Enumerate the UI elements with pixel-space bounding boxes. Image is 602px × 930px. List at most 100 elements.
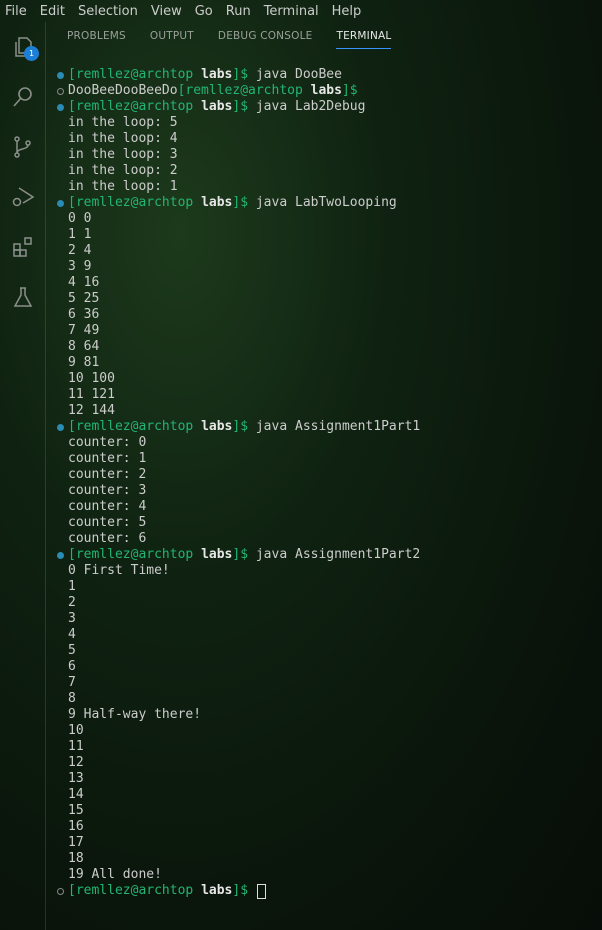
source-control-button[interactable] xyxy=(0,122,46,172)
prompt-dir: labs xyxy=(201,419,233,434)
prompt-dir: labs xyxy=(201,99,233,114)
output-text: in the loop: 5 xyxy=(68,115,178,130)
output-text: 12 xyxy=(68,755,84,770)
output-text: in the loop: 1 xyxy=(68,179,178,194)
output-text: 4 xyxy=(68,627,76,642)
command-decoration[interactable] xyxy=(52,103,68,111)
explorer-button[interactable]: 1 xyxy=(0,22,46,72)
tab-terminal[interactable]: TERMINAL xyxy=(336,30,392,49)
menu-file[interactable]: File xyxy=(5,4,27,19)
menu-go[interactable]: Go xyxy=(195,4,213,19)
command-success-dot-icon xyxy=(56,71,64,79)
testing-button[interactable] xyxy=(0,272,46,322)
output-text: 5 xyxy=(68,643,76,658)
terminal-line: in the loop: 4 xyxy=(52,131,602,147)
prompt-end: ]$ xyxy=(232,195,249,210)
command-decoration[interactable] xyxy=(52,199,68,207)
terminal-line: 16 xyxy=(52,819,602,835)
prompt-user: [remllez@archtop xyxy=(68,419,202,434)
terminal-line: 0 First Time! xyxy=(52,563,602,579)
output-text: 11 121 xyxy=(68,387,115,402)
output-text: 3 9 xyxy=(68,259,92,274)
output-text: counter: 2 xyxy=(68,467,147,482)
terminal-cursor[interactable] xyxy=(256,883,266,899)
terminal-line: 2 4 xyxy=(52,243,602,259)
prompt-dir: labs xyxy=(201,195,233,210)
terminal-line: 4 16 xyxy=(52,275,602,291)
prompt-end: ]$ xyxy=(232,67,249,82)
terminal-line: counter: 0 xyxy=(52,435,602,451)
command-decoration[interactable] xyxy=(52,71,68,79)
prompt-user: [remllez@archtop xyxy=(68,67,202,82)
terminal-line: 15 xyxy=(52,803,602,819)
output-text: 15 xyxy=(68,803,84,818)
output-text: 1 1 xyxy=(68,227,92,242)
command-text: java Assignment1Part2 xyxy=(248,547,421,562)
prompt-end: ]$ xyxy=(232,419,249,434)
output-text: 3 xyxy=(68,611,76,626)
menu-run[interactable]: Run xyxy=(226,4,251,19)
output-text: 17 xyxy=(68,835,84,850)
output-text: in the loop: 3 xyxy=(68,147,178,162)
search-button[interactable] xyxy=(0,72,46,122)
terminal-line: counter: 5 xyxy=(52,515,602,531)
command-text: java DooBee xyxy=(248,67,342,82)
command-success-dot-icon xyxy=(56,199,64,207)
prompt-user: [remllez@archtop xyxy=(68,99,202,114)
terminal-output[interactable]: [remllez@archtop labs]$ java DooBee DooBe… xyxy=(52,67,602,899)
output-text: 9 Half-way there! xyxy=(68,707,202,722)
terminal-line: [remllez@archtop labs]$ xyxy=(52,883,602,899)
terminal-line: 8 xyxy=(52,691,602,707)
menu-terminal[interactable]: Terminal xyxy=(264,4,319,19)
output-text: in the loop: 2 xyxy=(68,163,178,178)
output-text: 18 xyxy=(68,851,84,866)
menu-edit[interactable]: Edit xyxy=(40,4,65,19)
terminal-line: 10 100 xyxy=(52,371,602,387)
menu-view[interactable]: View xyxy=(151,4,182,19)
terminal-line: 3 xyxy=(52,611,602,627)
output-text: 12 144 xyxy=(68,403,115,418)
menu-help[interactable]: Help xyxy=(332,4,362,19)
output-text: 9 81 xyxy=(68,355,100,370)
output-text: 13 xyxy=(68,771,84,786)
terminal-line: 6 xyxy=(52,659,602,675)
output-text: 7 xyxy=(68,675,76,690)
prompt-user: [remllez@archtop xyxy=(68,883,202,898)
tab-output[interactable]: OUTPUT xyxy=(150,30,194,49)
output-text: 10 xyxy=(68,723,84,738)
terminal-line: [remllez@archtop labs]$ java LabTwoLoopi… xyxy=(52,195,602,211)
output-text: counter: 4 xyxy=(68,499,147,514)
output-text: 0 0 xyxy=(68,211,92,226)
command-pending-circle-icon xyxy=(56,887,64,895)
command-decoration[interactable] xyxy=(52,551,68,559)
search-icon xyxy=(13,87,32,107)
output-text: 6 36 xyxy=(68,307,100,322)
output-text: 4 16 xyxy=(68,275,100,290)
terminal-line: 5 25 xyxy=(52,291,602,307)
terminal-line: 11 121 xyxy=(52,387,602,403)
terminal-line: [remllez@archtop labs]$ java Assignment1… xyxy=(52,419,602,435)
output-text: 1 xyxy=(68,579,76,594)
prompt-user: [remllez@archtop xyxy=(177,83,311,98)
output-text: 19 All done! xyxy=(68,867,162,882)
prompt-user: [remllez@archtop xyxy=(68,195,202,210)
tab-problems[interactable]: PROBLEMS xyxy=(67,30,126,49)
terminal-line: 9 81 xyxy=(52,355,602,371)
terminal-line: DooBeeDooBeeDo [remllez@archtop labs]$ xyxy=(52,83,602,99)
output-text: 8 xyxy=(68,691,76,706)
testing-icon xyxy=(13,287,33,307)
output-text: 5 25 xyxy=(68,291,100,306)
terminal-line: 8 64 xyxy=(52,339,602,355)
command-decoration[interactable] xyxy=(52,87,68,95)
output-text: 11 xyxy=(68,739,84,754)
prompt-user: [remllez@archtop xyxy=(68,547,202,562)
run-debug-button[interactable] xyxy=(0,172,46,222)
terminal-line: 18 xyxy=(52,851,602,867)
command-decoration[interactable] xyxy=(52,887,68,895)
command-decoration[interactable] xyxy=(52,423,68,431)
extensions-button[interactable] xyxy=(0,222,46,272)
tab-debug-console[interactable]: DEBUG CONSOLE xyxy=(218,30,313,49)
terminal-line: 19 All done! xyxy=(52,867,602,883)
terminal-line: in the loop: 2 xyxy=(52,163,602,179)
menu-selection[interactable]: Selection xyxy=(78,4,138,19)
